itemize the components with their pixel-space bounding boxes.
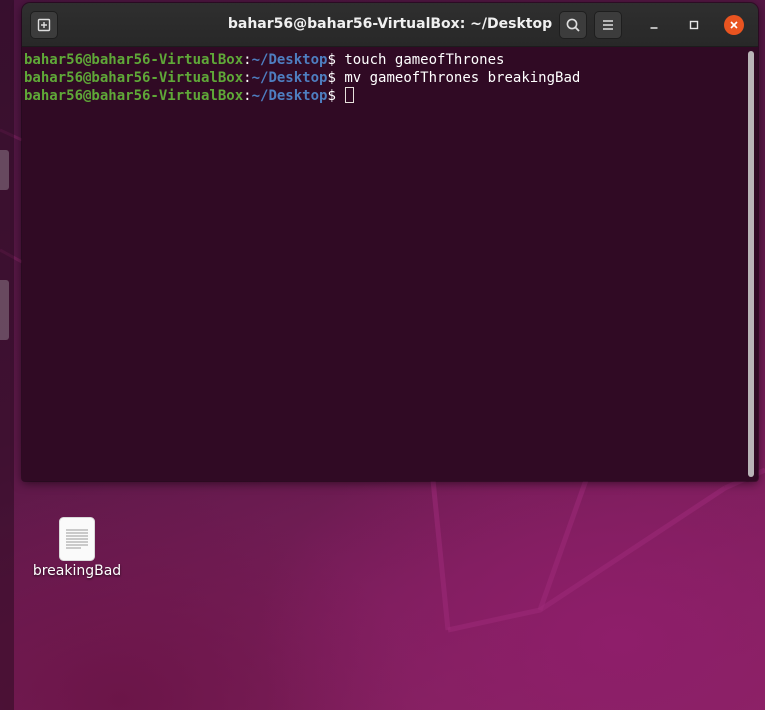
scrollbar-thumb[interactable]	[748, 51, 754, 477]
command-text: mv gameofThrones breakingBad	[335, 70, 581, 86]
prompt-user-host: bahar56@bahar56-VirtualBox	[24, 52, 244, 68]
terminal-scrollbar[interactable]	[748, 51, 754, 477]
file-name-label: breakingBad	[32, 563, 122, 579]
prompt-dollar: $	[327, 88, 336, 104]
maximize-icon	[689, 20, 699, 30]
hamburger-menu-icon	[603, 20, 613, 30]
search-icon	[566, 18, 580, 32]
dock	[0, 0, 14, 710]
minimize-button[interactable]	[644, 15, 664, 35]
new-tab-icon	[37, 18, 51, 32]
terminal-line: bahar56@bahar56-VirtualBox:~/Desktop$ to…	[24, 51, 744, 69]
new-tab-button[interactable]	[30, 11, 58, 39]
desktop-file-item[interactable]: breakingBad	[28, 515, 126, 587]
close-button[interactable]	[724, 15, 744, 35]
maximize-button[interactable]	[684, 15, 704, 35]
menu-button[interactable]	[594, 11, 622, 39]
text-cursor	[345, 87, 355, 103]
text-document-icon	[59, 517, 95, 561]
terminal-line: bahar56@bahar56-VirtualBox:~/Desktop$	[24, 87, 744, 105]
dock-indicator[interactable]	[0, 280, 9, 340]
window-title: bahar56@bahar56-VirtualBox: ~/Desktop	[227, 16, 553, 32]
prompt-colon: :	[243, 70, 252, 86]
command-text	[336, 88, 344, 104]
terminal-window[interactable]: bahar56@bahar56-VirtualBox: ~/Desktop ba…	[22, 3, 758, 481]
close-icon	[730, 21, 738, 29]
dock-indicator[interactable]	[0, 150, 9, 190]
prompt-path: ~/Desktop	[251, 70, 328, 86]
minimize-icon	[650, 27, 658, 29]
command-text: touch gameofThrones	[335, 52, 505, 68]
prompt-colon: :	[243, 52, 252, 68]
terminal-output[interactable]: bahar56@bahar56-VirtualBox:~/Desktop$ to…	[22, 47, 744, 481]
search-button[interactable]	[559, 11, 587, 39]
terminal-line: bahar56@bahar56-VirtualBox:~/Desktop$ mv…	[24, 69, 744, 87]
prompt-user-host: bahar56@bahar56-VirtualBox	[24, 88, 244, 104]
prompt-dollar: $	[327, 52, 336, 68]
prompt-user-host: bahar56@bahar56-VirtualBox	[24, 70, 244, 86]
prompt-colon: :	[243, 88, 252, 104]
prompt-path: ~/Desktop	[251, 88, 328, 104]
prompt-path: ~/Desktop	[251, 52, 328, 68]
terminal-titlebar[interactable]: bahar56@bahar56-VirtualBox: ~/Desktop	[22, 3, 758, 47]
prompt-dollar: $	[327, 70, 336, 86]
